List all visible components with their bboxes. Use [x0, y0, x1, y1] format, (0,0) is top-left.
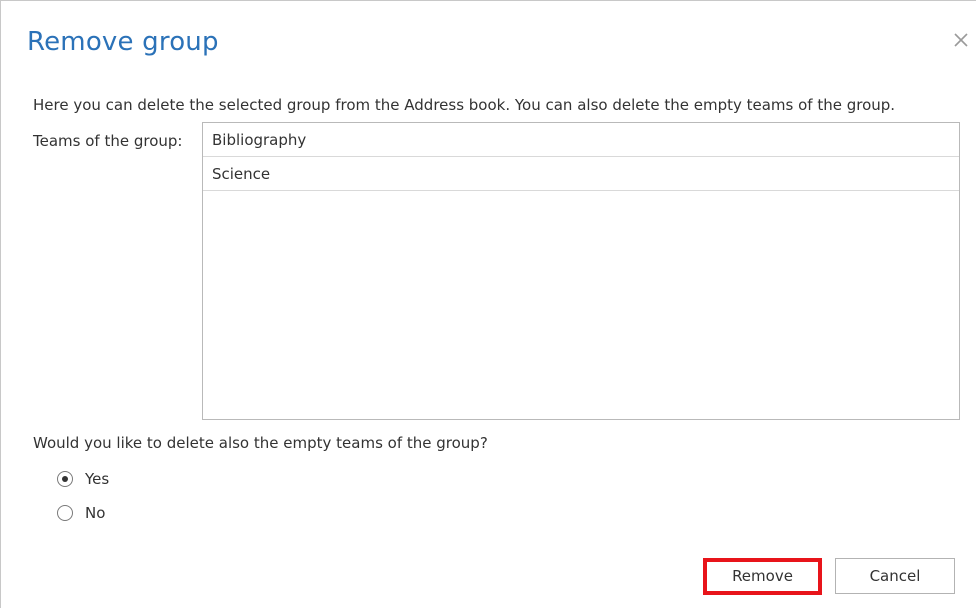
close-icon[interactable] — [950, 29, 972, 51]
cancel-button[interactable]: Cancel — [835, 558, 955, 594]
teams-label: Teams of the group: — [33, 132, 183, 150]
team-list-item[interactable]: Science — [203, 157, 959, 191]
radio-option-yes[interactable]: Yes — [57, 470, 109, 488]
radio-button-no[interactable] — [57, 505, 73, 521]
radio-label-yes: Yes — [85, 470, 110, 488]
team-list-item[interactable]: Bibliography — [203, 123, 959, 157]
radio-option-no[interactable]: No — [57, 504, 105, 522]
radio-button-yes[interactable] — [57, 471, 73, 487]
dialog-description: Here you can delete the selected group f… — [33, 96, 896, 114]
teams-list[interactable]: Bibliography Science — [202, 122, 960, 420]
remove-button[interactable]: Remove — [703, 558, 822, 595]
delete-empty-teams-question: Would you like to delete also the empty … — [33, 434, 488, 452]
remove-group-dialog: Remove group Here you can delete the sel… — [0, 0, 976, 608]
radio-label-no: No — [85, 504, 106, 522]
dialog-title: Remove group — [27, 27, 219, 57]
